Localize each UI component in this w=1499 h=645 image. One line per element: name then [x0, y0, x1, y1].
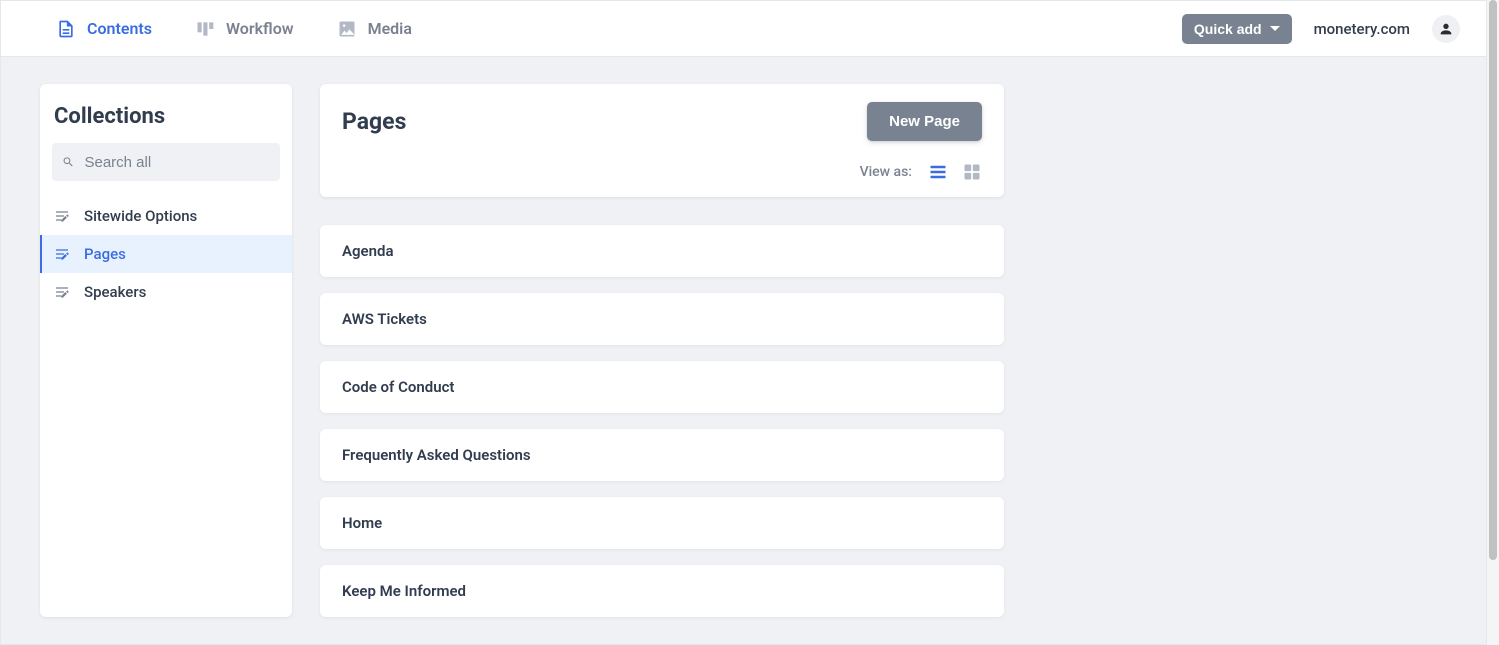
nav-workflow-label: Workflow: [226, 19, 294, 38]
nav-media-label: Media: [368, 19, 412, 38]
nav-media[interactable]: Media: [336, 19, 412, 39]
chevron-down-icon: [1270, 26, 1280, 31]
domain-link[interactable]: monetery.com: [1314, 20, 1410, 38]
grid-view-icon[interactable]: [962, 163, 982, 181]
new-page-button[interactable]: New Page: [867, 102, 982, 141]
search-box[interactable]: [52, 143, 280, 181]
view-as-label: View as:: [860, 164, 912, 180]
user-icon: [1438, 21, 1454, 37]
nav-contents-label: Contents: [87, 19, 152, 38]
scrollbar[interactable]: [1487, 0, 1499, 645]
sidebar-item-speakers[interactable]: Speakers: [40, 273, 292, 311]
list-view-icon[interactable]: [928, 163, 948, 181]
quick-add-button[interactable]: Quick add: [1182, 14, 1292, 44]
entry-item[interactable]: AWS Tickets: [320, 293, 1004, 345]
sidebar-item-pages[interactable]: Pages: [40, 235, 292, 273]
top-nav: Contents Workflow Media: [55, 19, 412, 39]
sidebar-item-sitewide-options[interactable]: Sitewide Options: [40, 197, 292, 235]
sidebar-item-label: Sitewide Options: [84, 207, 197, 225]
pencil-lines-icon: [54, 246, 70, 262]
image-icon: [336, 19, 358, 39]
scrollbar-thumb[interactable]: [1489, 0, 1497, 560]
main-panel: Pages New Page View as: Ag: [320, 84, 1004, 617]
entry-item[interactable]: Keep Me Informed: [320, 565, 1004, 617]
nav-workflow[interactable]: Workflow: [194, 19, 294, 39]
entry-item[interactable]: Code of Conduct: [320, 361, 1004, 413]
avatar[interactable]: [1432, 15, 1460, 43]
top-right: Quick add monetery.com: [1182, 14, 1460, 44]
top-header: Contents Workflow Media Quick add monete…: [1, 0, 1486, 57]
nav-contents[interactable]: Contents: [55, 19, 152, 39]
page-title: Pages: [342, 108, 406, 135]
collections-title: Collections: [40, 84, 292, 143]
pencil-lines-icon: [54, 284, 70, 300]
entries-list: Agenda AWS Tickets Code of Conduct Frequ…: [320, 225, 1004, 617]
pencil-lines-icon: [54, 208, 70, 224]
search-input[interactable]: [84, 154, 270, 171]
sidebar-item-label: Speakers: [84, 283, 146, 301]
kanban-icon: [194, 19, 216, 39]
entry-item[interactable]: Frequently Asked Questions: [320, 429, 1004, 481]
sidebar-item-label: Pages: [84, 245, 126, 263]
panel-header: Pages New Page View as:: [320, 84, 1004, 197]
search-icon: [62, 155, 74, 169]
entry-item[interactable]: Home: [320, 497, 1004, 549]
entry-item[interactable]: Agenda: [320, 225, 1004, 277]
document-icon: [55, 19, 77, 39]
quick-add-label: Quick add: [1194, 21, 1262, 37]
collections-sidebar: Collections Sitewide Options Pages: [40, 84, 292, 617]
